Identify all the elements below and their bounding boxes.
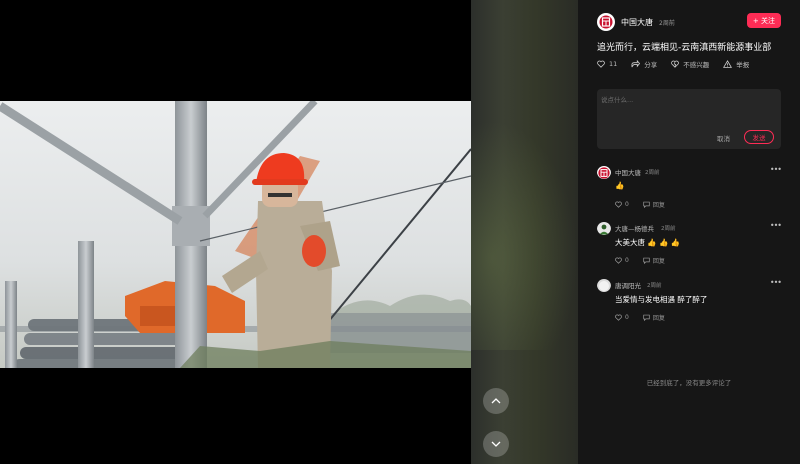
- report-button[interactable]: 举报: [723, 59, 749, 69]
- comment-panel: 中国大唐 2周前 + 关注 追光而行，云端相见-云南滇西新能源事业部 11 分享…: [578, 0, 800, 464]
- report-label: 举报: [736, 61, 750, 69]
- avatar[interactable]: [597, 278, 611, 292]
- more-dots-icon[interactable]: •••: [770, 165, 782, 174]
- comment-reply-button[interactable]: 回复: [643, 256, 665, 265]
- author-logo[interactable]: [597, 13, 615, 31]
- comment-reply-label: 回复: [652, 202, 665, 209]
- comment-actions: 0 回复: [615, 313, 679, 322]
- datang-logo-icon: [599, 15, 613, 29]
- avatar[interactable]: [597, 165, 611, 179]
- message-icon: [643, 201, 650, 208]
- avatar[interactable]: [597, 221, 611, 235]
- post-title: 追光而行，云端相见-云南滇西新能源事业部: [597, 43, 772, 53]
- cancel-button[interactable]: 取消: [717, 133, 730, 143]
- comment-input[interactable]: [601, 93, 777, 107]
- warning-icon: [723, 60, 733, 68]
- message-icon: [643, 314, 650, 321]
- comment-box: 取消 发送: [597, 89, 781, 149]
- comment-text: 当爱情与发电相遇 醉了醉了: [615, 295, 708, 304]
- comment-text: 大美大唐 👍 👍 👍: [615, 238, 681, 247]
- comment-author[interactable]: 大唐—杨德兵: [615, 223, 654, 233]
- heart-icon: [597, 60, 605, 68]
- share-label: 分享: [644, 61, 658, 69]
- comment-reply-label: 回复: [652, 258, 665, 265]
- heart-broken-icon: [671, 60, 680, 68]
- comment-actions: 0 回复: [615, 200, 679, 209]
- comment-like-count: 0: [625, 314, 629, 321]
- datang-logo-icon: [597, 166, 611, 179]
- post-actions: 11 分享 不感兴趣 举报: [597, 59, 763, 69]
- more-dots-icon[interactable]: •••: [770, 221, 782, 230]
- follow-button[interactable]: + 关注: [746, 13, 781, 28]
- video-frame[interactable]: [0, 101, 471, 368]
- chevron-down-icon: [491, 441, 501, 447]
- comment-text: 👍: [615, 181, 625, 190]
- heart-icon: [615, 257, 622, 264]
- author-name[interactable]: 中国大唐: [621, 17, 653, 28]
- blur-glow: [471, 120, 578, 350]
- author-row: 中国大唐 2周前 + 关注: [597, 13, 781, 31]
- end-of-comments-note: 已经到底了，没有更多评论了: [646, 379, 732, 387]
- share-button[interactable]: 分享: [631, 59, 657, 69]
- comment-actions: 0 回复: [615, 256, 679, 265]
- chevron-up-icon: [491, 398, 501, 404]
- comment-author[interactable]: 唐调阳光: [615, 280, 641, 290]
- user-avatar-icon: [597, 222, 611, 235]
- like-count: 11: [609, 60, 618, 68]
- send-button[interactable]: 发送: [744, 130, 774, 144]
- comment-like-button[interactable]: 0: [615, 257, 629, 264]
- comment-like-count: 0: [625, 257, 629, 264]
- message-icon: [643, 257, 650, 264]
- comment-reply-button[interactable]: 回复: [643, 313, 665, 322]
- comment-time: 2周前: [645, 170, 660, 176]
- comment-reply-button[interactable]: 回复: [643, 200, 665, 209]
- not-interested-label: 不感兴趣: [683, 61, 710, 69]
- comment-author[interactable]: 中国大唐: [615, 167, 641, 177]
- comment-time: 2周前: [661, 226, 676, 232]
- like-button[interactable]: 11: [597, 60, 617, 68]
- comment-like-count: 0: [625, 201, 629, 208]
- video-still-image: [0, 101, 471, 368]
- next-video-button[interactable]: [483, 431, 509, 457]
- heart-icon: [615, 201, 622, 208]
- share-icon: [631, 60, 641, 68]
- previous-video-button[interactable]: [483, 388, 509, 414]
- comment-like-button[interactable]: 0: [615, 201, 629, 208]
- comment-like-button[interactable]: 0: [615, 314, 629, 321]
- blurred-background-strip: [471, 0, 585, 464]
- post-time: 2周前: [659, 19, 675, 27]
- more-dots-icon[interactable]: •••: [770, 278, 782, 287]
- comment-time: 2周前: [647, 283, 662, 289]
- video-player[interactable]: [0, 0, 471, 464]
- comment-reply-label: 回复: [652, 315, 665, 322]
- not-interested-button[interactable]: 不感兴趣: [671, 59, 709, 69]
- user-avatar-icon: [597, 279, 611, 292]
- heart-icon: [615, 314, 622, 321]
